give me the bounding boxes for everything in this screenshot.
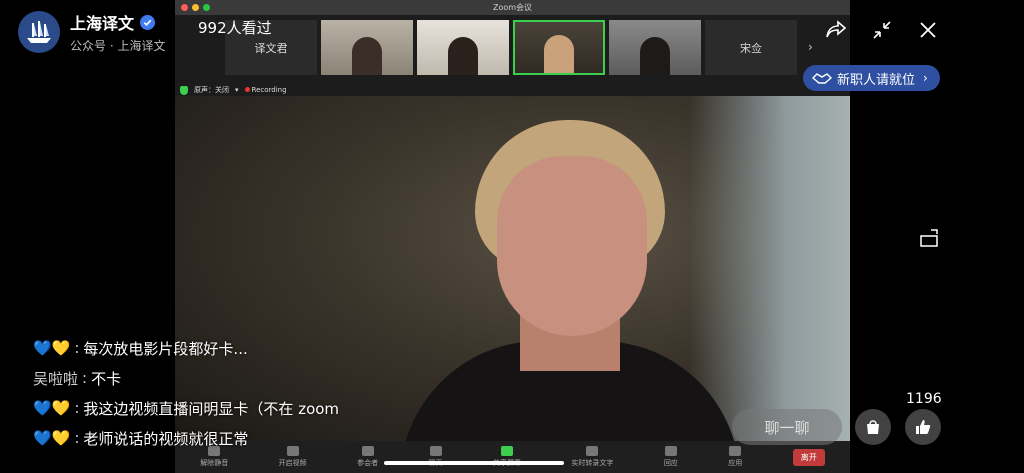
chat-user-emoji[interactable]: 💙💛 [33, 429, 70, 447]
chat-text: 老师说话的视频就很正常 [83, 429, 249, 448]
minimize-icon[interactable] [870, 18, 894, 42]
participants-button[interactable]: 参会者 [357, 446, 378, 468]
participant-video [352, 37, 382, 75]
apps-button[interactable]: 应用 [728, 446, 742, 468]
chat-user[interactable]: 吴啦啦 [33, 368, 78, 389]
shopping-bag-button[interactable] [855, 409, 891, 445]
recruit-banner-label: 新职人请就位 [837, 72, 916, 88]
chevron-right-icon[interactable]: › [808, 40, 813, 54]
chat-user-emoji[interactable]: 💙💛 [33, 399, 70, 417]
participant-tile-active[interactable] [513, 20, 605, 75]
participant-name: 译文君 [254, 41, 288, 55]
rotate-screen-icon[interactable] [918, 226, 942, 250]
toolbar-label: 开启视频 [278, 459, 307, 467]
chat-text: 不卡 [91, 369, 122, 388]
toolbar-label: 参会者 [357, 459, 379, 467]
share-icon[interactable] [824, 18, 848, 42]
channel-subtitle: 公众号 · 上海译文 [70, 39, 166, 53]
channel-header[interactable]: 上海译文 公众号 · 上海译文 [18, 10, 165, 54]
recruit-banner[interactable]: 新职人请就位 › [803, 65, 940, 91]
zoom-window-title: Zoom会议 [492, 3, 533, 12]
video-background [690, 96, 850, 441]
record-dot-icon [244, 87, 250, 92]
apps-icon [729, 446, 742, 456]
chat-message: 💙💛 : 老师说话的视频就很正常 [33, 423, 339, 453]
participant-tile[interactable] [609, 20, 701, 75]
chat-message: 💙💛 : 每次放电影片段都好卡... [33, 333, 339, 363]
chat-input-button[interactable]: 聊一聊 [732, 409, 842, 445]
thumbs-up-icon [916, 420, 931, 434]
chat-bubble-icon [429, 446, 442, 456]
meeting-status-bar: 原声：关闭 ▾ Recording [180, 85, 287, 95]
chat-message: 💙💛 : 我这边视频直播间明显卡（不在 zoom [33, 393, 339, 423]
top-controls [824, 18, 940, 42]
chat-separator: : [74, 399, 80, 417]
like-button[interactable] [905, 409, 941, 445]
participant-tile[interactable] [417, 20, 509, 75]
like-count: 1196 [906, 391, 942, 407]
participant-strip: 译文君 宋佥 [225, 20, 797, 75]
share-icon [500, 446, 513, 456]
chat-message: 吴啦啦 : 不卡 [33, 363, 339, 393]
ship-logo-icon [27, 21, 51, 43]
chat-text: 我这边视频直播间明显卡（不在 zoom [83, 399, 340, 418]
toolbar-label: 解除静音 [200, 459, 229, 467]
chevron-down-icon[interactable]: ▾ [235, 86, 239, 94]
verified-badge-icon [140, 14, 156, 30]
chevron-right-icon: › [923, 71, 928, 85]
shield-icon [180, 85, 188, 95]
cc-icon [586, 446, 599, 456]
participant-name: 宋佥 [740, 41, 762, 55]
close-icon[interactable] [916, 18, 940, 42]
handshake-icon [811, 73, 833, 84]
reactions-button[interactable]: 回应 [664, 446, 678, 468]
live-transcript-button[interactable]: 实时转录文字 [571, 446, 613, 468]
toolbar-label: 回应 [663, 459, 678, 467]
emoji-icon [664, 446, 677, 456]
chat-separator: : [74, 339, 80, 357]
home-indicator [384, 461, 564, 465]
channel-name: 上海译文 [70, 14, 135, 33]
leave-button[interactable]: 离开 [792, 448, 825, 466]
zoom-titlebar: Zoom会议 [175, 0, 850, 15]
recording-label: Recording [251, 86, 287, 94]
participant-video [544, 35, 574, 73]
audio-status[interactable]: 原声：关闭 [194, 85, 229, 95]
toolbar-label: 实时转录文字 [571, 459, 614, 467]
viewer-count: 992人看过 [198, 19, 272, 37]
recording-indicator: Recording [244, 86, 287, 94]
chat-separator: : [82, 369, 88, 387]
speaker-face [497, 156, 647, 336]
participant-video [640, 37, 670, 75]
people-icon [361, 446, 374, 456]
live-chat: 💙💛 : 每次放电影片段都好卡... 吴啦啦 : 不卡 💙💛 : 我这边视频直播… [33, 333, 339, 453]
toolbar-label: 应用 [728, 459, 743, 467]
chat-separator: : [74, 429, 80, 447]
participant-video [448, 37, 478, 75]
shopping-bag-icon [867, 420, 879, 434]
participant-tile[interactable]: 宋佥 [705, 20, 797, 75]
chat-user-emoji[interactable]: 💙💛 [33, 339, 70, 357]
channel-avatar[interactable] [18, 11, 60, 53]
participant-tile[interactable] [321, 20, 413, 75]
chat-text: 每次放电影片段都好卡... [83, 339, 248, 358]
